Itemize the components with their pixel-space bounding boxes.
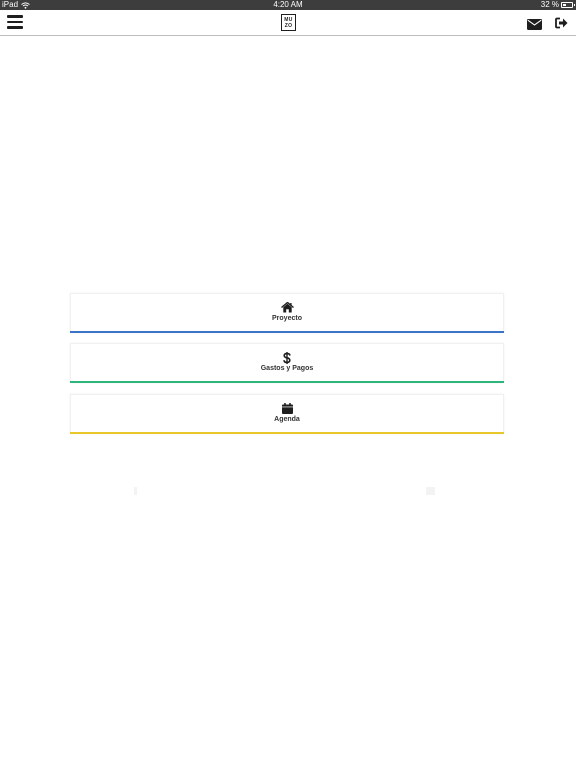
calendar-icon <box>71 403 503 414</box>
agenda-label: Agenda <box>274 416 300 423</box>
gastos-y-pagos-button[interactable]: Gastos y Pagos <box>70 343 504 383</box>
hamburger-menu-icon[interactable] <box>7 15 23 29</box>
dollar-icon <box>71 352 503 364</box>
proyecto-button[interactable]: Proyecto <box>70 293 504 333</box>
gastos-accent-bar <box>70 381 504 383</box>
gastos-y-pagos-label: Gastos y Pagos <box>260 365 314 372</box>
home-icon <box>71 302 503 313</box>
battery-level <box>563 4 566 6</box>
status-right: 32 % <box>540 0 575 10</box>
agenda-accent-bar <box>70 432 504 434</box>
sign-out-icon[interactable] <box>555 16 568 34</box>
agenda-button[interactable]: Agenda <box>70 394 504 434</box>
muzo-logo[interactable]: MU ZO <box>281 14 296 31</box>
logo-line-2: ZO <box>284 22 293 29</box>
envelope-icon[interactable] <box>527 17 542 35</box>
ios-status-bar: iPad 4:20 AM 32 % <box>0 0 576 10</box>
status-time: 4:20 AM <box>273 0 303 9</box>
proyecto-label: Proyecto <box>272 315 302 322</box>
app-header: MU ZO <box>0 10 576 36</box>
proyecto-accent-bar <box>70 331 504 333</box>
battery-icon <box>561 2 575 8</box>
faint-mark-left <box>134 487 137 495</box>
app-screen: iPad 4:20 AM 32 % MU ZO Proyecto Gastos … <box>0 0 576 768</box>
battery-percent: 32 % <box>540 0 559 9</box>
faint-mark-right <box>426 487 435 495</box>
